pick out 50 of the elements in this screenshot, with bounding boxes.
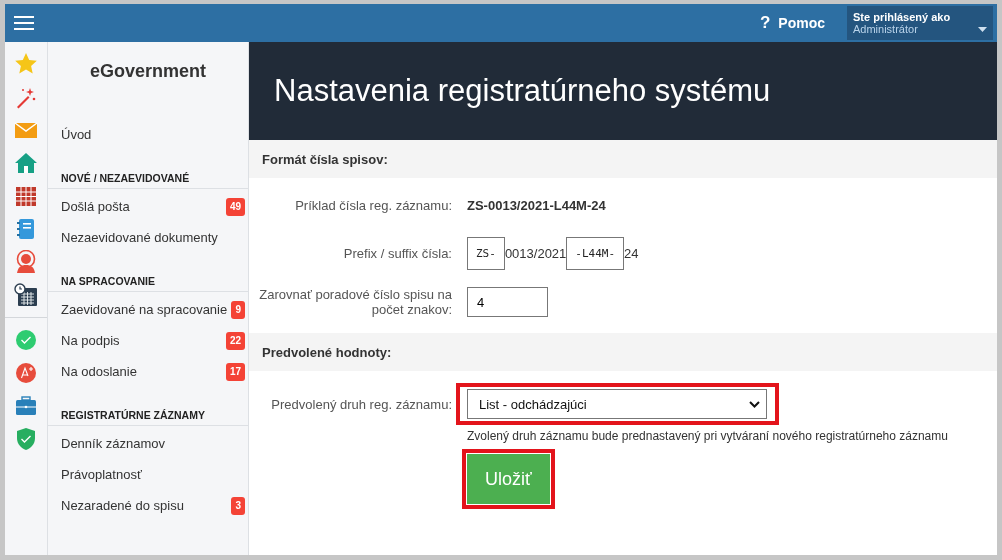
briefcase-icon[interactable]: [14, 394, 38, 418]
sidebar-item[interactable]: Došlá pošta 49: [48, 191, 248, 222]
shield-check-icon[interactable]: [14, 427, 38, 451]
input-field[interactable]: 4: [467, 287, 548, 317]
award-icon[interactable]: [14, 361, 38, 385]
help-link[interactable]: ? Pomoc: [759, 13, 825, 33]
number-text: 24: [624, 246, 639, 261]
sidebar-item[interactable]: Právoplatnosť: [48, 459, 248, 490]
house-icon[interactable]: [14, 151, 38, 175]
sidebar-item[interactable]: Denník záznamov: [48, 428, 248, 459]
section-header: Formát čísla spisov:: [249, 140, 997, 178]
number-text: 0013/2021: [504, 246, 567, 261]
sidebar-item[interactable]: Nezaevidované dokumenty: [48, 222, 248, 253]
section-heading: NOVÉ / NEZAEVIDOVANÉ: [48, 172, 248, 189]
section-header: Predvolené hodnoty:: [249, 333, 997, 371]
prefix-field[interactable]: ZS-: [467, 237, 505, 270]
sidebar-item[interactable]: Nezaradené do spisu 3: [48, 490, 248, 521]
help-icon: ?: [759, 13, 771, 33]
sidebar-item[interactable]: Úvod: [48, 119, 248, 150]
calendar-clock-icon[interactable]: [14, 283, 38, 307]
caret-icon: [978, 27, 987, 32]
grid-icon[interactable]: [14, 184, 38, 208]
section-heading: REGISTRATÚRNE ZÁZNAMY: [48, 409, 248, 426]
field-label: Predvolený druh reg. záznamu:: [270, 396, 452, 412]
section-heading: NA SPRACOVANIE: [48, 275, 248, 292]
chevron-icon: [749, 400, 760, 408]
user-caption: Ste prihlásený ako: [853, 11, 952, 23]
field-label: Príklad čísla reg. záznamu:: [294, 197, 452, 213]
star-icon[interactable]: [14, 52, 38, 76]
count-badge: 22: [225, 331, 245, 350]
user-name: Administrátor: [853, 23, 918, 35]
user-icon[interactable]: [14, 250, 38, 274]
select-field[interactable]: List - odchádzajúci: [467, 389, 767, 419]
count-badge: 3: [231, 496, 245, 515]
app-title: eGovernment: [88, 60, 207, 83]
count-badge: 17: [225, 362, 245, 381]
menu-icon[interactable]: [14, 15, 34, 31]
count-badge: 9: [231, 300, 245, 319]
example-number: ZS-0013/2021-L44M-24: [467, 197, 606, 213]
sidebar-item[interactable]: Zaevidované na spracovanie 9: [48, 294, 248, 325]
count-badge: 49: [225, 197, 245, 216]
check-badge-icon[interactable]: [14, 328, 38, 352]
sidebar-item[interactable]: Na odoslanie 17: [48, 356, 248, 387]
help-text: Zvolený druh záznamu bude prednastavený pri vytváraní nového registratúrneho záznamu: [467, 429, 949, 443]
field-label: Prefix / suffix čísla:: [342, 246, 452, 261]
page-title: Nastavenia registratúrneho systému: [274, 73, 771, 109]
field-label: Zarovnať poradové číslo spisu na počet znakov:: [258, 287, 452, 317]
suffix-field[interactable]: -L44M-: [566, 237, 625, 270]
user-menu[interactable]: Ste prihlásený ako Administrátor: [847, 6, 993, 40]
sidebar-item[interactable]: Na podpis 22: [48, 325, 248, 356]
